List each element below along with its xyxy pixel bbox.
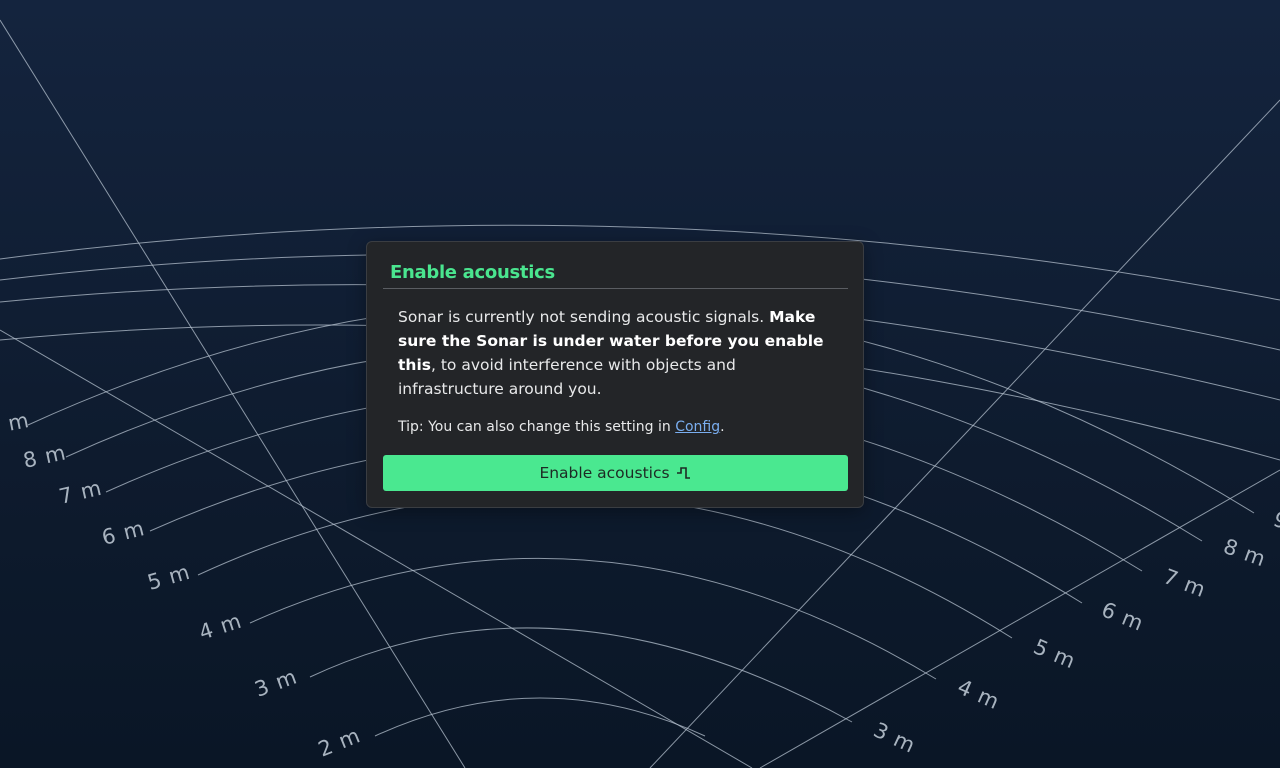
range-label-left: 7 m — [57, 476, 105, 509]
range-label-left: 3 m — [252, 664, 301, 701]
bearing-line-right-inner — [759, 469, 1280, 768]
range-label-left: 5 m — [145, 560, 193, 595]
enable-acoustics-button-label: Enable acoustics — [539, 464, 670, 482]
range-label-right: 4 m — [954, 675, 1004, 715]
range-ring-5m — [197, 493, 1013, 639]
dialog-tip: Tip: You can also change this setting in… — [398, 417, 828, 437]
range-label-left: 6 m — [99, 516, 147, 550]
dialog-message: Sonar is currently not sending acoustic … — [398, 305, 828, 401]
config-link[interactable]: Config — [675, 419, 720, 435]
dialog-title: Enable acoustics — [390, 262, 555, 283]
range-label-left: 4 m — [196, 608, 245, 644]
dialog-divider — [383, 288, 848, 289]
range-label-right: 5 m — [1030, 635, 1079, 674]
range-label-left: 2 m — [315, 723, 364, 762]
square-wave-icon — [676, 467, 690, 479]
range-label-right: 7 m — [1160, 564, 1209, 602]
dialog-message-lead: Sonar is currently not sending acoustic … — [398, 308, 770, 326]
tip-prefix: Tip: You can also change this setting in — [398, 419, 676, 435]
range-label-right: 6 m — [1098, 597, 1147, 636]
range-label-right: 9 m — [1270, 507, 1280, 544]
range-label-right: 3 m — [870, 718, 920, 758]
range-label-right: 8 m — [1220, 534, 1269, 571]
range-label-left: 9 m — [0, 408, 32, 440]
range-ring-4m — [249, 557, 937, 680]
enable-acoustics-button[interactable]: Enable acoustics — [383, 455, 848, 491]
tip-suffix: . — [720, 419, 725, 435]
dialog-message-tail: , to avoid interference with objects and… — [398, 356, 736, 398]
range-ring-3m — [309, 627, 853, 723]
enable-acoustics-dialog: Enable acoustics Sonar is currently not … — [366, 241, 864, 508]
range-label-left: 8 m — [21, 440, 69, 473]
